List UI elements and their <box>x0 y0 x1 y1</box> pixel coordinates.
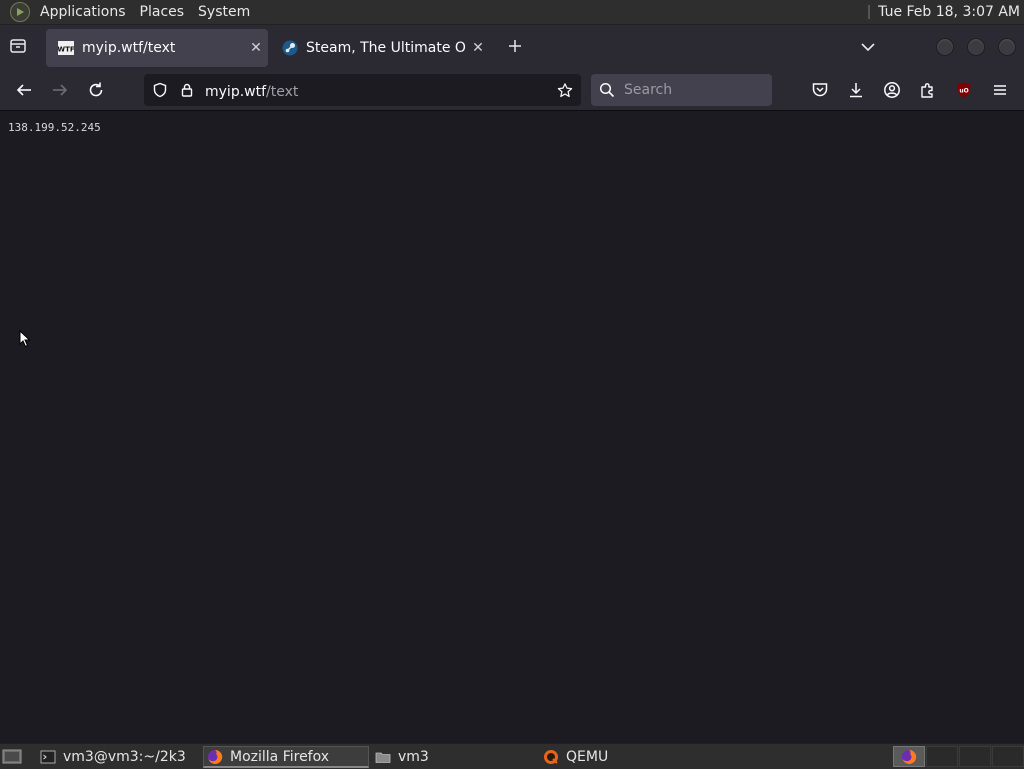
taskbar-item-qemu[interactable]: QEMU <box>541 746 707 768</box>
tab-title: myip.wtf/text <box>82 40 176 56</box>
qemu-icon <box>543 749 559 765</box>
downloads-button[interactable] <box>844 78 868 102</box>
taskbar: vm3@vm3:~/2k3 Mozilla Firefox vm3 QEMU <box>0 743 1024 769</box>
maximize-button[interactable] <box>967 38 985 56</box>
bookmark-star-icon[interactable] <box>557 82 573 98</box>
forward-arrow-icon <box>53 84 68 96</box>
search-input[interactable] <box>622 81 766 99</box>
show-desktop-button[interactable] <box>2 748 22 765</box>
taskbar-item-folder[interactable]: vm3 <box>372 746 538 768</box>
tab-close-icon[interactable]: ✕ <box>466 40 490 56</box>
url-text[interactable]: myip.wtf/text <box>205 81 298 100</box>
url-bar[interactable]: myip.wtf/text <box>144 74 581 106</box>
firefox-view-icon <box>10 39 26 53</box>
taskbar-item-label: vm3 <box>398 749 429 765</box>
account-button[interactable] <box>880 78 904 102</box>
ublock-origin-icon: uO <box>957 82 971 98</box>
folder-icon <box>375 749 391 765</box>
clock-area: Tue Feb 18, 3:07 AM <box>868 0 1020 24</box>
tab-title: Steam, The Ultimate Online <box>306 40 466 56</box>
minimize-button[interactable] <box>936 38 954 56</box>
taskbar-item-label: vm3@vm3:~/2k3 <box>63 749 186 765</box>
nav-bar: myip.wtf/text Search uO <box>0 70 1024 111</box>
close-window-button[interactable] <box>998 38 1016 56</box>
firefox-icon <box>207 749 223 765</box>
clock[interactable]: Tue Feb 18, 3:07 AM <box>878 4 1020 20</box>
search-icon <box>599 82 615 98</box>
workspace-2[interactable] <box>926 746 958 767</box>
show-desktop-icon <box>2 749 22 764</box>
taskbar-item-terminal[interactable]: vm3@vm3:~/2k3 <box>36 746 202 768</box>
tab-myip[interactable]: WTF myip.wtf/text ✕ <box>46 29 268 67</box>
download-icon <box>850 83 862 98</box>
tab-steam[interactable]: Steam, The Ultimate Online ✕ <box>272 29 490 67</box>
places-menu[interactable]: Places <box>133 4 192 20</box>
workspace-4[interactable] <box>992 746 1024 767</box>
app-menu-button[interactable] <box>988 78 1012 102</box>
pocket-button[interactable] <box>808 78 832 102</box>
extensions-button[interactable] <box>916 78 940 102</box>
reload-button[interactable] <box>84 78 108 102</box>
puzzle-piece-icon <box>921 83 933 98</box>
hamburger-menu-icon <box>994 85 1006 95</box>
back-button[interactable] <box>12 78 36 102</box>
forward-button[interactable] <box>48 78 72 102</box>
url-path: /text <box>266 83 299 100</box>
wtf-favicon-icon: WTF <box>58 40 74 56</box>
distro-logo-icon[interactable] <box>10 2 30 22</box>
url-host: myip.wtf <box>205 83 267 100</box>
tab-strip: WTF myip.wtf/text ✕ Steam, The Ultimate … <box>0 25 1024 70</box>
taskbar-item-firefox[interactable]: Mozilla Firefox <box>203 746 369 768</box>
lock-icon[interactable] <box>179 82 195 98</box>
list-all-tabs-button[interactable] <box>856 35 880 59</box>
system-menu[interactable]: System <box>191 4 257 20</box>
ublock-origin-button[interactable]: uO <box>952 78 976 102</box>
search-bar[interactable] <box>591 74 772 106</box>
svg-text:WTF: WTF <box>58 46 74 54</box>
mouse-pointer-icon <box>19 329 31 352</box>
chevron-down-icon <box>861 43 875 52</box>
back-arrow-icon <box>16 84 31 96</box>
firefox-icon <box>902 749 917 764</box>
account-icon <box>884 82 900 98</box>
tab-close-icon[interactable]: ✕ <box>244 40 268 56</box>
taskbar-item-label: Mozilla Firefox <box>230 748 330 765</box>
workspace-1[interactable] <box>893 746 925 767</box>
pocket-icon <box>812 83 828 97</box>
steam-favicon-icon <box>282 40 298 56</box>
firefox-view-button[interactable] <box>8 37 30 57</box>
tracking-protection-shield-icon[interactable] <box>152 82 168 98</box>
terminal-icon <box>40 749 56 765</box>
workspace-3[interactable] <box>959 746 991 767</box>
svg-text:uO: uO <box>959 88 968 95</box>
reload-icon <box>89 82 103 97</box>
page-content: 138.199.52.245 <box>0 111 1024 743</box>
top-panel: Applications Places System Tue Feb 18, 3… <box>0 0 1024 25</box>
panel-separator <box>868 5 871 19</box>
plus-icon <box>509 40 521 52</box>
new-tab-button[interactable] <box>504 35 526 57</box>
applications-menu[interactable]: Applications <box>33 4 133 20</box>
taskbar-item-label: QEMU <box>566 749 609 765</box>
ip-address-text: 138.199.52.245 <box>8 121 101 134</box>
